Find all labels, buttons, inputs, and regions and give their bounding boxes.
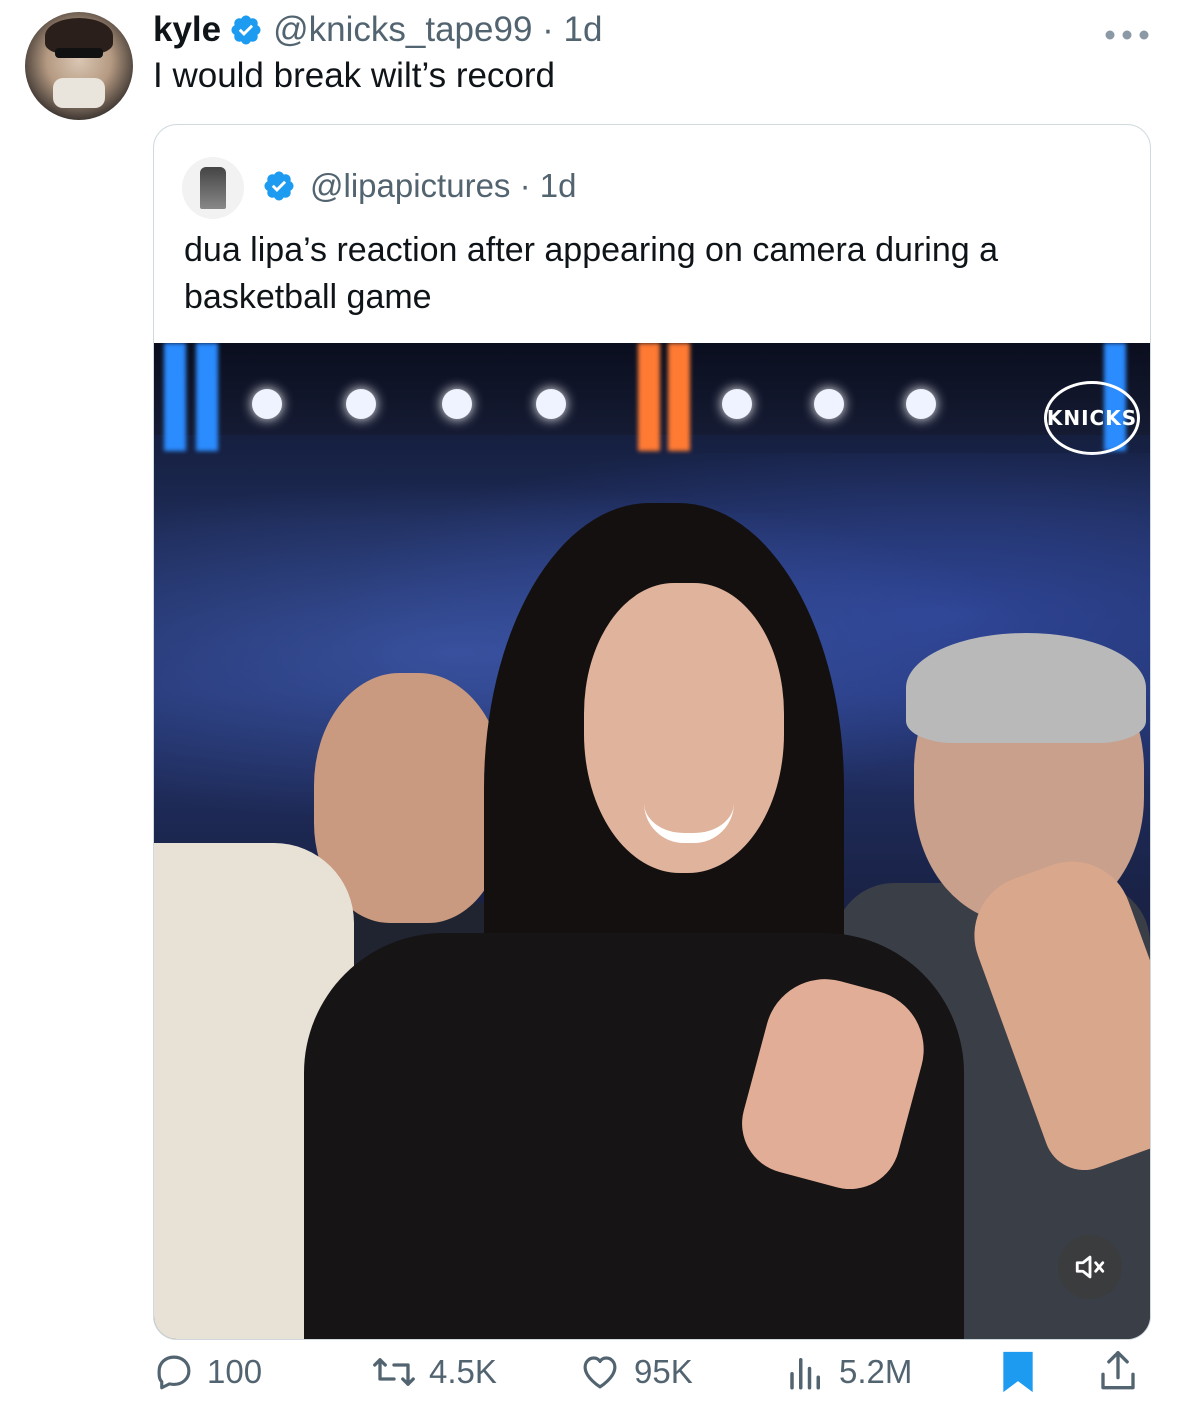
author-name[interactable]: kyle <box>153 10 221 50</box>
arena-light <box>346 389 376 419</box>
like-button[interactable]: 95K <box>578 1348 693 1396</box>
knicks-logo: KNICKS <box>1044 381 1140 455</box>
tweet-header: kyle @knicks_tape99 · 1d <box>153 8 602 52</box>
quoted-tweet[interactable]: @lipapictures · 1d dua lipa’s reaction a… <box>153 124 1151 1340</box>
arena-light-bar <box>668 343 690 451</box>
view-count: 5.2M <box>839 1353 913 1390</box>
quote-author-avatar[interactable] <box>182 157 244 219</box>
mute-icon <box>1075 1255 1105 1279</box>
arena-light <box>442 389 472 419</box>
views-icon <box>790 1358 820 1390</box>
views-button[interactable]: 5.2M <box>785 1348 912 1396</box>
quote-avatar-figure <box>200 167 226 209</box>
arena-light <box>252 389 282 419</box>
verified-badge-icon <box>264 171 294 201</box>
quote-timestamp[interactable]: 1d <box>540 167 577 205</box>
arena-light <box>814 389 844 419</box>
like-icon <box>583 1356 617 1389</box>
avatar-neck-brace <box>53 78 105 108</box>
arena-light <box>722 389 752 419</box>
share-icon[interactable] <box>1098 1348 1138 1394</box>
arena-light <box>906 389 936 419</box>
reply-button[interactable]: 100 <box>153 1348 262 1396</box>
arena-light-bar <box>164 343 186 451</box>
quote-author-handle[interactable]: @lipapictures <box>310 167 510 205</box>
tweet-timestamp[interactable]: 1d <box>564 10 603 50</box>
reply-icon <box>157 1355 191 1390</box>
reply-count: 100 <box>207 1353 263 1390</box>
verified-badge-icon <box>231 15 261 45</box>
spectator-right-hair <box>906 633 1146 743</box>
mute-button[interactable] <box>1058 1235 1122 1299</box>
quote-text: dua lipa’s reaction after appearing on c… <box>184 231 999 316</box>
more-icon[interactable] <box>1103 28 1151 42</box>
action-bar: 100 4.5K 95K 5.2M <box>153 1348 1149 1396</box>
separator-dot: · <box>510 167 540 204</box>
author-handle[interactable]: @knicks_tape99 <box>273 10 532 50</box>
arena-light-bar <box>638 343 660 451</box>
avatar-glasses <box>55 48 103 58</box>
quote-header: @lipapictures · 1d <box>262 163 576 209</box>
quote-video[interactable]: KNICKS <box>154 343 1150 1339</box>
arena-light-bar <box>196 343 218 451</box>
author-avatar[interactable] <box>25 12 133 120</box>
arena-light <box>536 389 566 419</box>
bookmark-icon[interactable] <box>1001 1350 1035 1394</box>
separator-dot: · <box>532 10 564 49</box>
like-count: 95K <box>634 1353 693 1390</box>
retweet-count: 4.5K <box>429 1353 497 1390</box>
retweet-icon <box>373 1358 415 1386</box>
retweet-button[interactable]: 4.5K <box>371 1348 497 1396</box>
tweet-text: I would break wilt’s record <box>153 56 556 95</box>
